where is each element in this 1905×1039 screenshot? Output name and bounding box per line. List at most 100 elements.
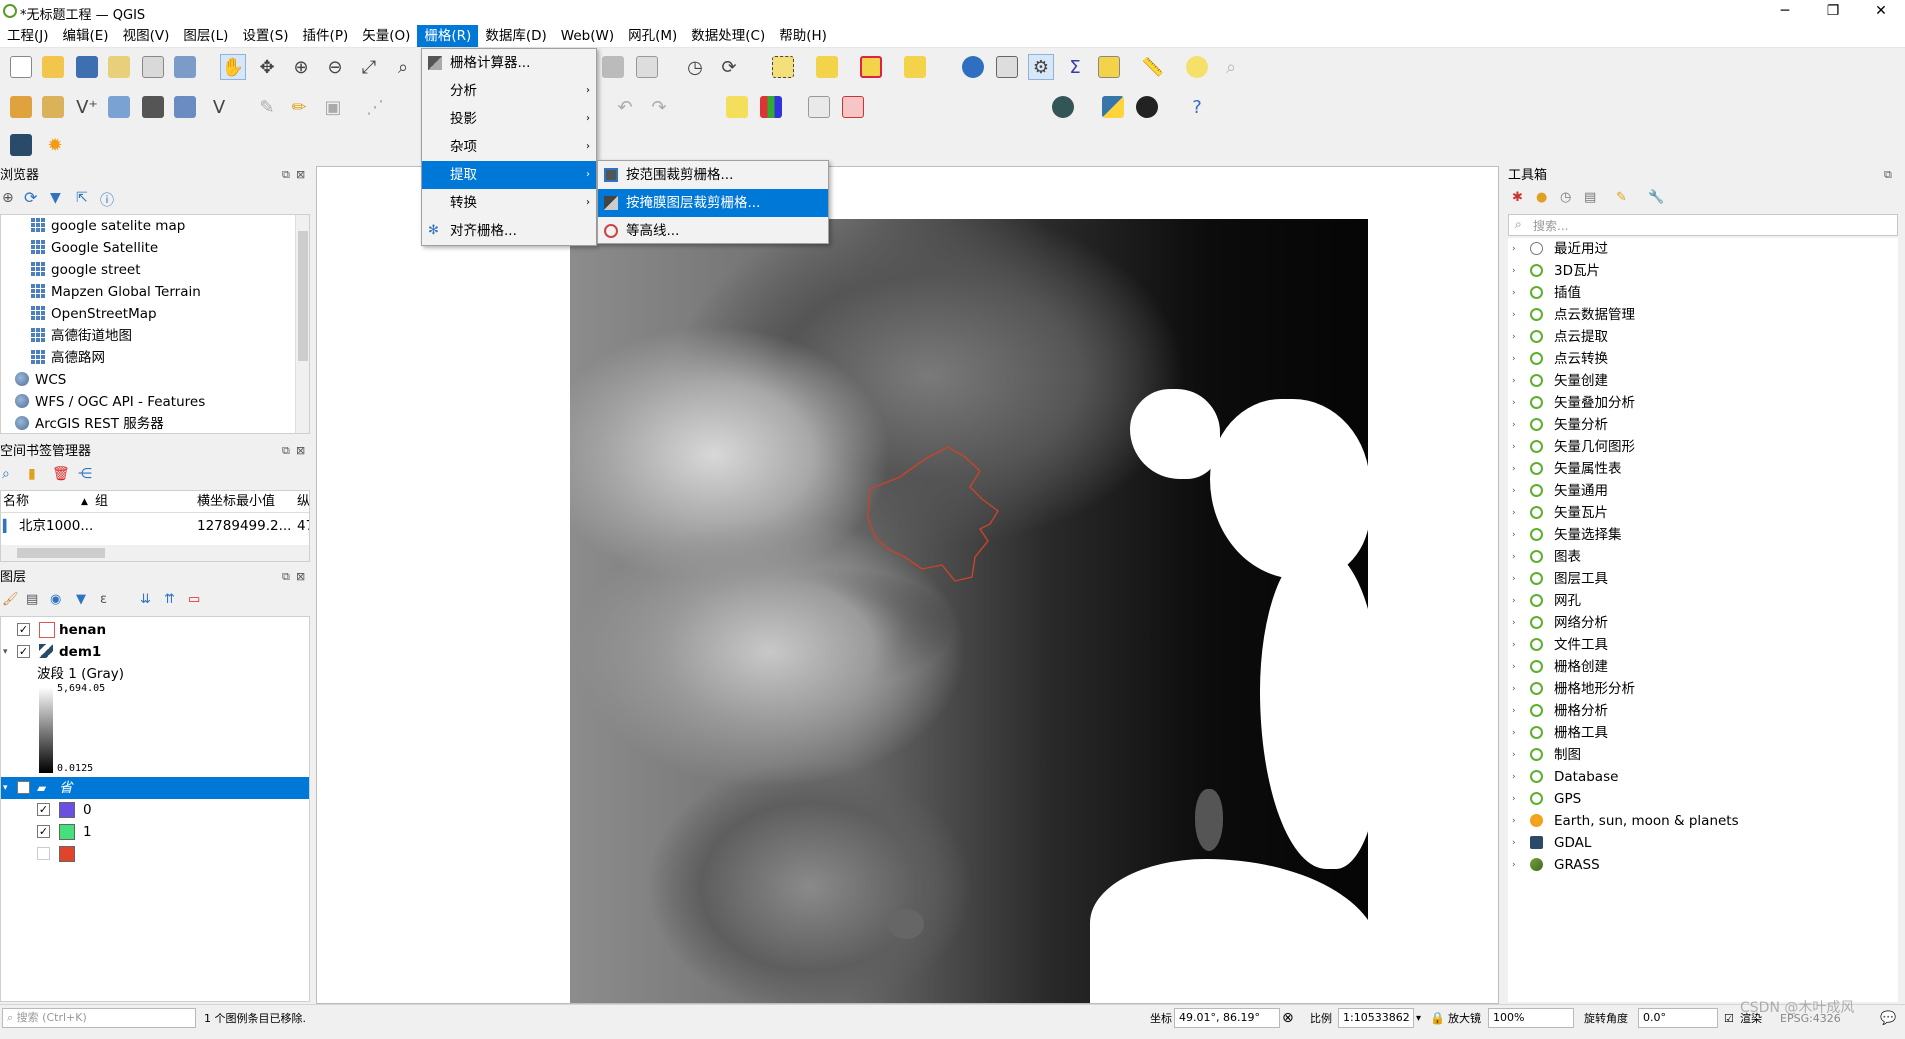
col-y[interactable]: 纵 [297,491,309,513]
coordinate-field[interactable]: 49.01°, 86.19° [1174,1008,1280,1028]
legend-class-2[interactable] [1,843,309,865]
expand-arrow-icon[interactable]: › [1512,436,1516,458]
processing-toolbox-icon[interactable]: ⚙ [1028,54,1054,80]
label-highlight-icon[interactable] [840,94,866,120]
style-manager-icon[interactable] [172,54,198,80]
attribute-table-icon[interactable] [994,54,1020,80]
undo-icon[interactable]: ↶ [612,94,638,120]
new-project-icon[interactable] [8,54,34,80]
edit-pencil-icon[interactable]: ✎ [254,94,280,120]
scripts-icon[interactable]: ● [1536,190,1547,205]
bookmark-icon[interactable] [634,54,660,80]
toolbox-search-input[interactable]: ⌕ 搜索... [1508,214,1898,236]
pan-icon[interactable]: ✋ [220,54,246,80]
sun-plugin-icon[interactable]: ✹ [42,132,68,158]
close-button[interactable]: ✕ [1857,0,1905,24]
browser-item[interactable]: google street [1,259,295,281]
edit-features-icon[interactable]: ✎ [1616,190,1627,205]
add-mesh-icon[interactable] [172,94,198,120]
menu-item-align-rasters[interactable]: ✻ 对齐栅格... [422,217,596,245]
menu-plugins[interactable]: 插件(P) [296,25,356,47]
models-icon[interactable]: ✱ [1512,190,1523,205]
pan-to-selection-icon[interactable]: ✥ [254,54,280,80]
python-console-icon[interactable] [1100,94,1126,120]
expand-arrow-icon[interactable]: › [1512,678,1516,700]
expand-arrow-icon[interactable]: › [1512,348,1516,370]
open-field-calc-icon[interactable] [1096,54,1122,80]
expand-arrow-icon[interactable]: › [1512,744,1516,766]
menu-raster[interactable]: 栅格(R) [417,25,479,47]
menu-database[interactable]: 数据库(D) [478,25,553,47]
toolbox-group[interactable]: › 栅格地形分析 [1508,678,1898,700]
collapse-arrow-icon[interactable]: ▾ [3,641,8,663]
expand-arrow-icon[interactable]: › [1512,392,1516,414]
menu-settings[interactable]: 设置(S) [235,25,295,47]
expand-arrow-icon[interactable]: › [1512,260,1516,282]
toolbox-group[interactable]: › 栅格工具 [1508,722,1898,744]
toolbox-group[interactable]: › 栅格分析 [1508,700,1898,722]
toolbox-group[interactable]: › 文件工具 [1508,634,1898,656]
browser-item[interactable]: OpenStreetMap [1,303,295,325]
layer-province-group[interactable]: ▾ ▰ 省 [1,777,309,799]
menu-view[interactable]: 视图(V) [116,25,177,47]
label-pin-icon[interactable] [806,94,832,120]
expand-arrow-icon[interactable]: › [1512,414,1516,436]
toolbox-group[interactable]: › GDAL [1508,832,1898,854]
menu-item-contour[interactable]: 等高线... [598,217,828,245]
map-tips-icon[interactable] [1184,54,1210,80]
bookmarks-scroll-thumb[interactable] [17,548,105,558]
browser-refresh-icon[interactable]: ⟳ [24,188,37,207]
add-delimited-icon[interactable] [106,94,132,120]
save-edits-icon[interactable]: ▣ [320,94,346,120]
expand-all-icon[interactable]: ⇊ [140,592,151,607]
menu-vector[interactable]: 矢量(O) [355,25,417,47]
toolbox-group[interactable]: › 矢量创建 [1508,370,1898,392]
render-checkbox[interactable]: ☑ [1724,1005,1734,1032]
scale-field[interactable]: 1:10533862 [1338,1008,1414,1028]
magnifier-field[interactable]: 100% [1488,1008,1574,1028]
toolbox-group[interactable]: › 矢量选择集 [1508,524,1898,546]
gdal-tool-icon[interactable] [8,132,34,158]
col-group[interactable]: 组 [95,491,108,513]
zoom-in-icon[interactable]: ⊕ [288,54,314,80]
toolbox-group[interactable]: › GPS [1508,788,1898,810]
browser-scrollbar[interactable] [295,215,309,433]
zoom-layer-icon[interactable]: ⌕ [390,54,416,80]
toolbox-group[interactable]: › 网孔 [1508,590,1898,612]
measure-icon[interactable]: 📏 [1140,54,1166,80]
toolbox-float-icon[interactable]: ⧉ [1884,168,1892,182]
save-project-icon[interactable] [74,54,100,80]
toolbox-group[interactable]: › 矢量属性表 [1508,458,1898,480]
scale-dropdown-icon[interactable]: ▾ [1416,1005,1421,1032]
browser-item[interactable]: 高德路网 [1,347,295,369]
browser-item[interactable]: 高德街道地图 [1,325,295,347]
browser-item[interactable]: WCS [1,369,295,391]
add-group-icon[interactable]: ▤ [26,592,38,607]
expand-arrow-icon[interactable]: › [1512,480,1516,502]
select-features-icon[interactable] [770,54,796,80]
toolbox-group[interactable]: › 插值 [1508,282,1898,304]
layout-manager-icon[interactable] [140,54,166,80]
expand-arrow-icon[interactable]: › [1512,458,1516,480]
bookmarks-float-icon[interactable]: ⧉ [282,444,290,458]
toolbox-group[interactable]: › 图层工具 [1508,568,1898,590]
toolbox-group[interactable]: › 矢量几何图形 [1508,436,1898,458]
toolbox-group[interactable]: › 最近用过 [1508,238,1898,260]
toolbox-group[interactable]: › GRASS [1508,854,1898,876]
expand-arrow-icon[interactable]: › [1512,590,1516,612]
statistics-icon[interactable]: Σ [1062,54,1088,80]
locator-search-input[interactable]: ⌕ 搜索 (Ctrl+K) [2,1008,196,1028]
menu-edit[interactable]: 编辑(E) [56,25,116,47]
add-raster-icon[interactable]: V⁺ [74,94,100,120]
toolbox-group[interactable]: › 3D瓦片 [1508,260,1898,282]
globe-plugin-icon[interactable] [1050,94,1076,120]
collapse-all-icon[interactable]: ⇱ [76,190,88,206]
toolbox-group[interactable]: › 点云数据管理 [1508,304,1898,326]
browser-float-icon[interactable]: ⧉ [282,168,290,182]
menu-item-analysis[interactable]: 分析 › [422,77,596,105]
browser-item[interactable]: google satelite map [1,215,295,237]
legend-class-1[interactable]: ✓ 1 [1,821,309,843]
zoom-out-icon[interactable]: ⊖ [322,54,348,80]
map-canvas[interactable] [316,166,1499,1004]
browser-filter-icon[interactable]: ▼ [50,190,61,206]
